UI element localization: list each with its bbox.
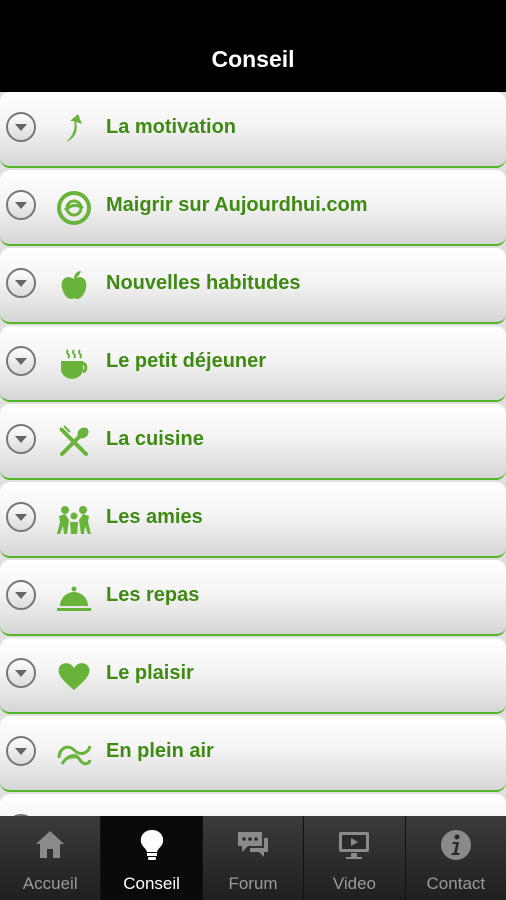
list-item-habitudes[interactable]: Nouvelles habitudes — [0, 248, 506, 324]
tab-forum[interactable]: Forum — [203, 816, 305, 900]
aujourdhui-logo-icon — [57, 191, 91, 225]
list-item-repas[interactable]: Les repas — [0, 560, 506, 636]
chevron-down-icon[interactable] — [6, 190, 36, 220]
list-item-label: Les repas — [106, 584, 200, 606]
advice-list: La motivation Maigrir sur Aujourdhui.com… — [0, 92, 506, 816]
tab-conseil[interactable]: Conseil — [101, 816, 203, 900]
list-item-plein-air[interactable]: En plein air — [0, 716, 506, 792]
header-bar: Conseil — [0, 0, 506, 92]
list-item-label: La motivation — [106, 116, 237, 138]
list-item-label: Les amies — [106, 506, 203, 528]
fork-spoon-icon — [59, 425, 89, 456]
chevron-down-icon[interactable] — [6, 268, 36, 298]
list-item-motivation[interactable]: La motivation — [0, 92, 506, 168]
chat-bubbles-icon — [238, 832, 269, 857]
apple-icon — [61, 271, 87, 299]
friends-icon — [57, 506, 91, 534]
tab-video[interactable]: Video — [304, 816, 406, 900]
list-item-aujourdhui[interactable]: Maigrir sur Aujourdhui.com — [0, 170, 506, 246]
chevron-down-icon[interactable] — [6, 658, 36, 688]
coffee-cup-icon — [61, 349, 88, 379]
list-item-label: Maigrir sur Aujourdhui.com — [106, 194, 368, 216]
tab-label: Forum — [228, 874, 278, 893]
list-item-label: La cuisine — [106, 428, 204, 450]
list-item-label: Le petit déjeuner — [106, 350, 267, 372]
tab-label: Contact — [426, 874, 486, 893]
tab-label: Conseil — [123, 874, 180, 893]
chevron-down-icon[interactable] — [6, 580, 36, 610]
home-icon — [36, 831, 65, 858]
heart-icon — [58, 663, 90, 690]
list-item-amies[interactable]: Les amies — [0, 482, 506, 558]
chevron-down-icon[interactable] — [6, 502, 36, 532]
list-item-petit-dejeuner[interactable]: Le petit déjeuner — [0, 326, 506, 402]
list-item-label: Nouvelles habitudes — [106, 272, 301, 294]
list-item-partial[interactable] — [0, 794, 506, 816]
tab-contact[interactable]: Contact — [406, 816, 506, 900]
tab-label: Accueil — [22, 874, 78, 893]
chevron-down-icon[interactable] — [6, 736, 36, 766]
leaf-icon — [57, 745, 92, 766]
tab-accueil[interactable]: Accueil — [0, 816, 102, 900]
list-item-label: Le plaisir — [106, 662, 194, 684]
list-item-cuisine[interactable]: La cuisine — [0, 404, 506, 480]
lightbulb-icon — [140, 830, 163, 860]
cloche-icon — [57, 586, 91, 611]
list-item-plaisir[interactable]: Le plaisir — [0, 638, 506, 714]
tab-label: Video — [332, 874, 377, 893]
list-item-label: En plein air — [106, 740, 214, 762]
info-icon — [440, 830, 471, 860]
chevron-down-icon[interactable] — [6, 112, 36, 142]
page-title: Conseil — [211, 46, 295, 72]
motivation-arrow-icon — [66, 114, 82, 142]
chevron-down-icon[interactable] — [6, 424, 36, 454]
video-screen-icon — [339, 832, 370, 859]
tab-bar: Accueil Conseil Forum Video Contact — [0, 816, 506, 900]
chevron-down-icon[interactable] — [6, 346, 36, 376]
